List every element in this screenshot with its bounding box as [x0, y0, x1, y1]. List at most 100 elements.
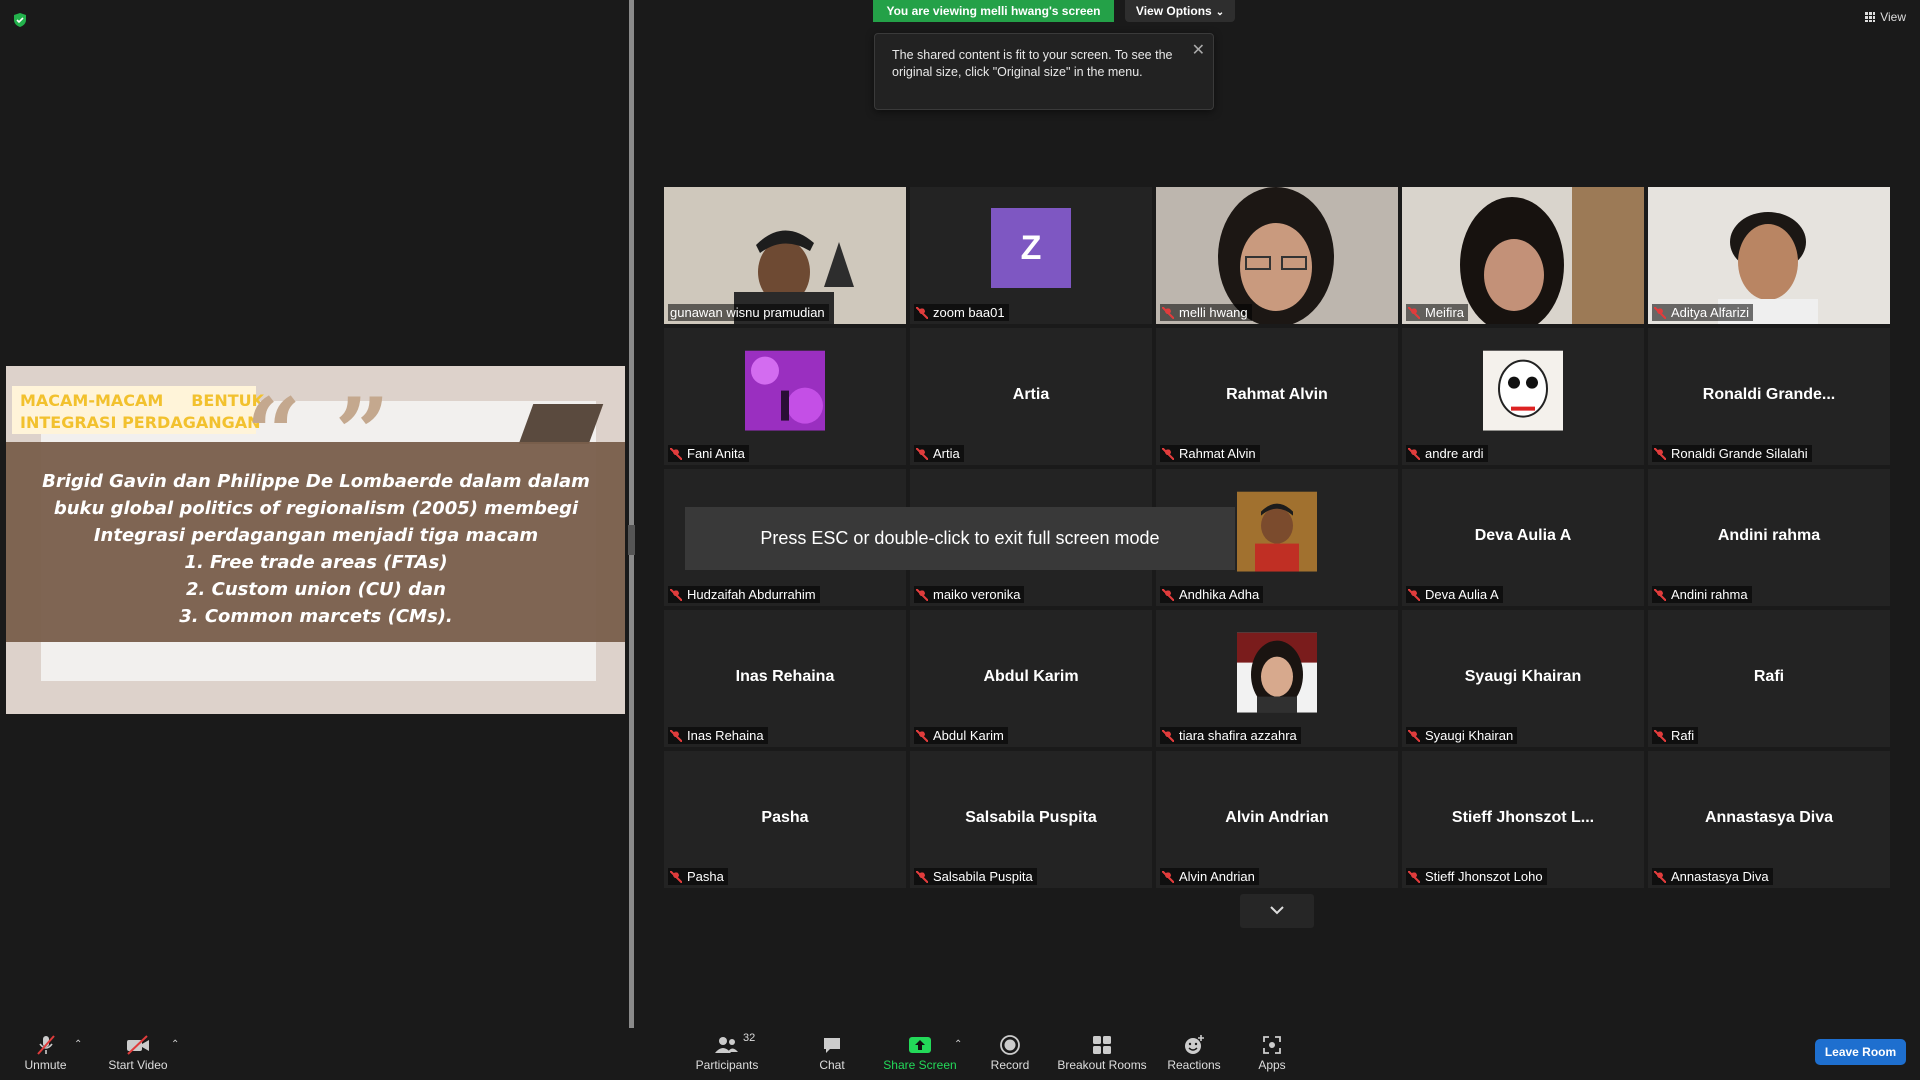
slide-body-line: 1. Free trade areas (FTAs) [184, 552, 448, 573]
participant-profile-picture [1483, 350, 1563, 431]
view-layout-label: View [1880, 10, 1906, 24]
participant-display-name: Andini rahma [1717, 526, 1821, 544]
participant-tile[interactable]: tiara shafira azzahra [1156, 610, 1398, 747]
muted-mic-icon [1654, 730, 1666, 742]
muted-mic-icon [1654, 589, 1666, 601]
slide-body-line: 3. Common marcets (CMs). [179, 606, 453, 627]
participant-display-name: Deva Aulia A [1474, 526, 1572, 544]
participant-tile[interactable]: Pasha Pasha [664, 751, 906, 888]
participant-name-tag: Rafi [1652, 727, 1699, 744]
view-layout-button[interactable]: View [1865, 10, 1906, 24]
share-screen-icon [909, 1037, 931, 1053]
participant-tile[interactable]: Rafi Rafi [1648, 610, 1890, 747]
participants-icon [715, 1037, 738, 1053]
participant-tile[interactable]: Stieff Jhonszot L... Stieff Jhonszot Loh… [1402, 751, 1644, 888]
participant-name-tag: Syaugi Khairan [1406, 727, 1518, 744]
share-screen-label: Share Screen [883, 1058, 957, 1072]
participant-tile[interactable]: Z zoom baa01 [910, 187, 1152, 324]
close-icon[interactable]: ✕ [1192, 40, 1205, 60]
participant-name-tag: Annastasya Diva [1652, 868, 1773, 885]
participant-tile[interactable]: melli hwang [1156, 187, 1398, 324]
muted-mic-icon [1162, 307, 1174, 319]
participant-tile[interactable]: Fani Anita [664, 328, 906, 465]
participant-tile[interactable]: Artia Artia [910, 328, 1152, 465]
participant-avatar-letter: Z [991, 207, 1071, 288]
participant-tile[interactable]: Ronaldi Grande... Ronaldi Grande Silalah… [1648, 328, 1890, 465]
fit-screen-tooltip: The shared content is fit to your screen… [874, 33, 1214, 110]
participant-tile[interactable]: Annastasya Diva Annastasya Diva [1648, 751, 1890, 888]
apps-button[interactable]: Apps [1252, 1028, 1292, 1080]
muted-mic-icon [670, 589, 682, 601]
leave-room-button[interactable]: Leave Room [1815, 1039, 1906, 1065]
muted-mic-icon [916, 730, 928, 742]
muted-mic-icon [1408, 589, 1420, 601]
view-options-button[interactable]: View Options ⌄ [1125, 0, 1235, 22]
participant-name-tag: melli hwang [1160, 304, 1252, 321]
muted-mic-icon [1654, 307, 1666, 319]
muted-mic-icon [916, 307, 928, 319]
chat-button[interactable]: Chat [810, 1028, 854, 1080]
participant-profile-picture [745, 350, 825, 431]
muted-mic-icon [1654, 448, 1666, 460]
audio-options-caret-icon[interactable]: ⌃ [74, 1039, 82, 1050]
participant-name-tag: Artia [914, 445, 964, 462]
encryption-shield-icon[interactable] [12, 12, 28, 28]
muted-mic-icon [1408, 730, 1420, 742]
breakout-rooms-icon [1093, 1036, 1111, 1054]
participant-tile[interactable]: Deva Aulia A Deva Aulia A [1402, 469, 1644, 606]
slide-body-line: Brigid Gavin dan Philippe De Lombaerde d… [42, 471, 590, 492]
participant-display-name: Syaugi Khairan [1464, 667, 1582, 685]
participant-tile[interactable]: Inas Rehaina Inas Rehaina [664, 610, 906, 747]
participant-tile[interactable]: andre ardi [1402, 328, 1644, 465]
participant-display-name: Rafi [1753, 667, 1785, 685]
unmute-button[interactable]: Unmute [18, 1028, 73, 1080]
reactions-label: Reactions [1167, 1058, 1221, 1072]
participant-profile-picture [1237, 491, 1317, 572]
panel-divider[interactable] [629, 0, 634, 1028]
participant-tile[interactable]: Salsabila Puspita Salsabila Puspita [910, 751, 1152, 888]
exit-fullscreen-message: Press ESC or double-click to exit full s… [685, 507, 1235, 570]
meeting-toolbar: Unmute ⌃ Start Video ⌃ 32 Participants C… [0, 1028, 1920, 1080]
breakout-rooms-button[interactable]: Breakout Rooms [1056, 1028, 1148, 1080]
participant-tile[interactable]: Alvin Andrian Alvin Andrian [1156, 751, 1398, 888]
participant-display-name: Ronaldi Grande... [1702, 385, 1836, 403]
video-off-icon [127, 1035, 149, 1055]
video-options-caret-icon[interactable]: ⌃ [171, 1039, 179, 1050]
start-video-button[interactable]: Start Video [106, 1028, 170, 1080]
participant-name-tag: Aditya Alfarizi [1652, 304, 1754, 321]
participant-tile[interactable]: gunawan wisnu pramudian [664, 187, 906, 324]
participant-display-name: Rahmat Alvin [1226, 385, 1328, 403]
slide-body-line: buku global politics of regionalism (200… [53, 498, 579, 519]
presentation-slide: MACAM-MACAM BENTUK INTEGRASI PERDAGANGAN… [6, 366, 625, 714]
participant-display-name: Pasha [761, 808, 809, 826]
start-video-label: Start Video [108, 1058, 168, 1072]
muted-mic-icon [1408, 307, 1420, 319]
share-options-caret-icon[interactable]: ⌃ [954, 1039, 962, 1050]
participant-tile[interactable]: Rahmat Alvin Rahmat Alvin [1156, 328, 1398, 465]
participant-name-tag: zoom baa01 [914, 304, 1009, 321]
record-icon [1000, 1035, 1020, 1055]
chevron-down-icon: ⌄ [1215, 7, 1225, 18]
next-page-button[interactable] [1240, 894, 1314, 928]
participants-button[interactable]: 32 Participants [693, 1028, 761, 1080]
participant-tile[interactable]: Aditya Alfarizi [1648, 187, 1890, 324]
participant-tile[interactable]: Abdul Karim Abdul Karim [910, 610, 1152, 747]
participant-tile[interactable]: Andini rahma Andini rahma [1648, 469, 1890, 606]
shared-screen-panel: MACAM-MACAM BENTUK INTEGRASI PERDAGANGAN… [0, 0, 630, 1028]
reactions-button[interactable]: Reactions [1164, 1028, 1224, 1080]
share-screen-button[interactable]: Share Screen [881, 1028, 959, 1080]
muted-mic-icon [916, 448, 928, 460]
participant-name-tag: Inas Rehaina [668, 727, 768, 744]
participant-name-tag: Meifira [1406, 304, 1469, 321]
participant-tile[interactable]: Meifira [1402, 187, 1644, 324]
record-button[interactable]: Record [986, 1028, 1034, 1080]
muted-mic-icon [916, 871, 928, 883]
muted-mic-icon [670, 730, 682, 742]
panel-resize-handle[interactable] [628, 525, 635, 555]
participant-tile[interactable]: Syaugi Khairan Syaugi Khairan [1402, 610, 1644, 747]
muted-mic-icon [916, 589, 928, 601]
slide-body-text: Brigid Gavin dan Philippe De Lombaerde d… [36, 468, 596, 630]
participant-name-tag: Rahmat Alvin [1160, 445, 1260, 462]
grid-icon [1865, 12, 1876, 22]
participant-name-tag: Stieff Jhonszot Loho [1406, 868, 1547, 885]
